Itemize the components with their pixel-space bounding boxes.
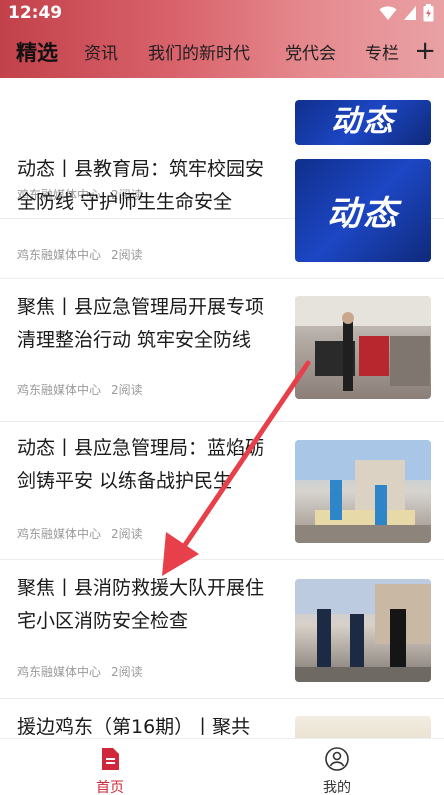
thumbnail-caption: 动态 [331,103,395,139]
article-source: 鸡东融媒体中心 [17,248,102,262]
article-thumbnail: 动态 [295,159,431,262]
nav-me[interactable]: 我的 [297,747,377,795]
tab-news[interactable]: 资讯 [84,39,118,64]
article-thumbnail: 动态 [295,100,431,145]
tab-new-era[interactable]: 我们的新时代 [148,39,250,64]
user-icon [325,747,349,771]
status-bar: 12:49 [0,0,444,26]
article-title: 援边鸡东（第16期）丨聚共 [17,716,251,738]
app-header: 12:49 精选 资讯 我们的新时代 党代会 专栏 + [0,0,444,78]
article-thumbnail [295,579,431,682]
wifi-icon [379,6,397,20]
nav-home[interactable]: 首页 [70,747,150,795]
article-title: 动态丨县教育局：筑牢校园安全防线 守护师生生命安全 [17,158,265,213]
article-thumbnail [295,440,431,543]
battery-icon [423,4,434,22]
nav-me-label: 我的 [323,780,351,795]
status-time: 12:49 [8,3,63,23]
article-meta: 鸡东融媒体中心 2阅读 [17,663,143,680]
article-meta: 鸡东融媒体中心 2阅读 [17,525,143,542]
article-source: 鸡东融媒体中心 [17,383,102,397]
article-source: 鸡东融媒体中心 [17,665,102,679]
article-source: 鸡东融媒体中心 [17,527,102,541]
article-reads: 2阅读 [111,527,143,541]
article-title: 动态丨县应急管理局：蓝焰砺剑铸平安 以练备战护民生 [17,437,265,492]
photo-scene [295,296,431,391]
add-tab-icon[interactable]: + [414,36,436,66]
article-reads: 2阅读 [111,248,143,262]
list-item[interactable]: 动态丨县教育局：筑牢校园安全防线 守护师生生命安全 动态 鸡东融媒体中心 2阅读 [0,141,444,279]
photo-scene [295,440,431,543]
article-meta: 鸡东融媒体中心 2阅读 [17,381,143,398]
list-item[interactable]: 动态丨县应急管理局：蓝焰砺剑铸平安 以练备战护民生 鸡东融媒体中心 2阅读 [0,422,444,560]
article-meta: 鸡东融媒体中心 2阅读 [17,246,143,263]
status-icons [379,4,434,22]
article-thumbnail [295,716,431,738]
photo-scene [295,579,431,682]
list-item[interactable]: 聚焦丨县应急管理局开展专项清理整治行动 筑牢安全防线 鸡东融媒体中心 2阅读 [0,279,444,422]
article-reads: 2阅读 [111,383,143,397]
article-list: 动态 鸡东融媒体中心 2阅读 动态丨县教育局：筑牢校园安全防线 守护师生生命安全… [0,78,444,738]
list-item[interactable]: 聚焦丨县消防救援大队开展住宅小区消防安全检查 鸡东融媒体中心 2阅读 [0,560,444,699]
thumbnail-caption: 动态 [327,194,399,234]
article-reads: 2阅读 [111,665,143,679]
document-icon [102,748,119,770]
article-title: 聚焦丨县消防救援大队开展住宅小区消防安全检查 [17,577,265,632]
tab-party-congress[interactable]: 党代会 [285,39,336,64]
nav-home-label: 首页 [96,780,124,795]
list-item[interactable]: 援边鸡东（第16期）丨聚共 [0,699,444,738]
category-tabs: 精选 资讯 我们的新时代 党代会 专栏 + [0,34,444,70]
bottom-navigation: 首页 我的 [0,738,444,795]
article-thumbnail [295,296,431,399]
tab-featured[interactable]: 精选 [16,37,58,67]
signal-icon [404,6,416,20]
article-title: 聚焦丨县应急管理局开展专项清理整治行动 筑牢安全防线 [17,296,265,351]
tab-columns[interactable]: 专栏 [365,39,399,64]
